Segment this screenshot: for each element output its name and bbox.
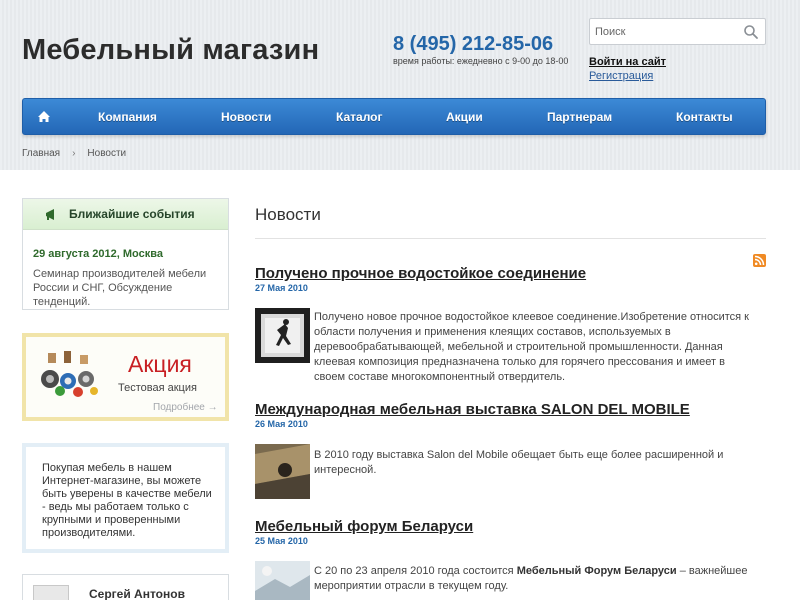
info-text: Покупая мебель в нашем Интернет-магазине…: [42, 462, 212, 539]
breadcrumb-current: Новости: [87, 148, 127, 159]
register-link[interactable]: Регистрация: [589, 70, 653, 82]
main-nav: Компания Новости Каталог Акции Партнерам…: [22, 98, 766, 135]
promo-subtitle: Тестовая акция: [118, 382, 197, 394]
search-box: [589, 18, 766, 45]
promo-widget[interactable]: Акция Тестовая акция Подробнее →: [22, 333, 229, 421]
event-date[interactable]: 29 августа 2012, Москва: [33, 248, 163, 260]
events-widget: Ближайшие события 29 августа 2012, Москв…: [22, 198, 229, 310]
info-widget: Покупая мебель в нашем Интернет-магазине…: [22, 443, 229, 553]
events-header: Ближайшие события: [23, 199, 228, 230]
news-excerpt: С 20 по 23 апреля 2010 года состоится Ме…: [314, 565, 748, 592]
nav-item-partners[interactable]: Партнерам: [547, 110, 612, 124]
nav-item-company[interactable]: Компания: [98, 110, 157, 124]
news-title[interactable]: Получено прочное водостойкое соединение: [255, 265, 586, 282]
megaphone-icon: [46, 209, 54, 220]
nav-item-catalog[interactable]: Каталог: [336, 110, 383, 124]
breadcrumb: Главная › Новости: [22, 148, 126, 159]
search-input[interactable]: [590, 19, 740, 44]
nav-item-promotions[interactable]: Акции: [446, 110, 483, 124]
rss-icon[interactable]: [753, 254, 766, 267]
news-title[interactable]: Международная мебельная выставка SALON D…: [255, 401, 690, 418]
site-title[interactable]: Мебельный магазин: [22, 34, 319, 67]
news-date: 26 Мая 2010: [255, 419, 308, 429]
search-icon[interactable]: [743, 24, 759, 40]
news-title[interactable]: Мебельный форум Беларуси: [255, 518, 473, 535]
user-widget: Сергей Антонов: [22, 574, 229, 600]
heading-divider: [255, 238, 766, 239]
news-thumbnail[interactable]: [255, 308, 310, 363]
avatar: [33, 585, 69, 600]
news-thumbnail[interactable]: [255, 561, 310, 600]
promo-title: Акция: [128, 351, 192, 377]
promo-image: [41, 351, 98, 397]
news-date: 25 Мая 2010: [255, 536, 308, 546]
breadcrumb-separator: ›: [72, 148, 76, 159]
events-title: Ближайшие события: [69, 207, 195, 221]
page-title: Новости: [255, 205, 321, 224]
breadcrumb-home[interactable]: Главная: [22, 148, 60, 159]
event-description: Семинар производителей мебели России и С…: [33, 268, 207, 308]
news-thumbnail[interactable]: [255, 444, 310, 499]
login-link[interactable]: Войти на сайт: [589, 56, 666, 68]
news-excerpt: Получено новое прочное водостойкое клеев…: [314, 311, 749, 383]
promo-more-link[interactable]: Подробнее →: [153, 402, 218, 413]
news-date: 27 Мая 2010: [255, 283, 308, 293]
nav-item-news[interactable]: Новости: [221, 110, 271, 124]
phone-number: 8 (495) 212-85-06: [393, 33, 554, 55]
home-icon[interactable]: [31, 108, 57, 126]
nav-item-contacts[interactable]: Контакты: [676, 110, 733, 124]
news-excerpt: В 2010 году выставка Salon del Mobile об…: [314, 449, 724, 476]
user-name[interactable]: Сергей Антонов: [89, 587, 185, 600]
working-hours: время работы: ежедневно с 9-00 до 18-00: [393, 56, 569, 66]
